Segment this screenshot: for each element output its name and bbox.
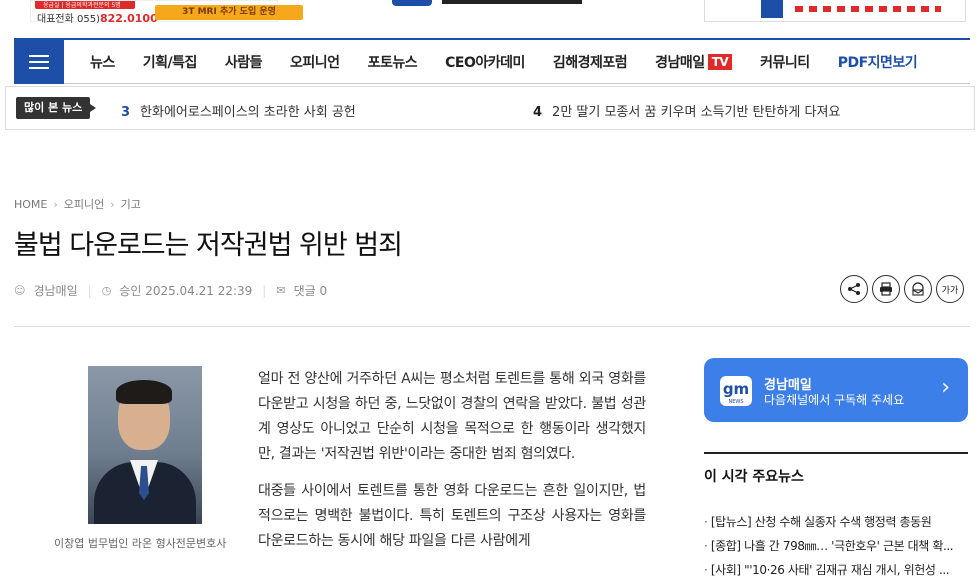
clock-icon: ◷ <box>101 284 112 297</box>
ticker-item[interactable]: 4 2만 딸기 모종서 꿈 키우며 소득기반 탄탄하게 다져요 <box>533 101 840 120</box>
ad-red-strip: 응급실 | 응급의학과전문의 5명 <box>35 1 135 9</box>
ad-phone: 대표전화 055)822.0100 <box>37 10 158 25</box>
nav-item-tv[interactable]: 경남매일 TV <box>641 52 746 72</box>
logo-wordmark <box>442 0 582 4</box>
most-read-ticker: 많이 본 뉴스 3 한화에어로스페이스의 초라한 사회 공헌 4 2만 딸기 모종서… <box>5 86 975 130</box>
nav-item-people[interactable]: 사람들 <box>211 52 276 72</box>
nav-item-pdf[interactable]: PDF지면보기 <box>824 52 931 72</box>
article-body: 얼마 전 양산에 거주하던 A씨는 평소처럼 토렌트를 통해 외국 영화를 다운… <box>258 367 646 566</box>
nav-item-ceo-academy[interactable]: CEO아카데미 <box>431 52 539 72</box>
list-item[interactable]: [종합] 나흘 간 798㎜… '극한호우' 근본 대책 확... <box>704 534 968 558</box>
breadcrumb-home[interactable]: HOME <box>14 198 47 211</box>
article-title: 불법 다운로드는 저작권법 위반 범죄 <box>14 230 403 261</box>
print-icon[interactable] <box>872 275 900 303</box>
article-author: 경남매일 <box>33 284 78 298</box>
breadcrumb-section[interactable]: 오피니언 <box>64 196 104 212</box>
nav-item-features[interactable]: 기획/특집 <box>129 52 211 72</box>
tv-badge: TV <box>707 54 733 70</box>
top-news-list: [탑뉴스] 산청 수해 실종자 수색 행정력 총동원 [종합] 나흘 간 798… <box>704 510 968 580</box>
article-meta: ☺ 경남매일 | ◷ 승인 2025.04.21 22:39 | ✉ 댓글 0 <box>14 282 327 299</box>
meta-divider: | <box>87 283 92 298</box>
right-ad-text <box>795 6 941 12</box>
list-item[interactable]: [탑뉴스] 산청 수해 실종자 수색 행정력 총동원 <box>704 510 968 534</box>
nav-menu: 뉴스 기획/특집 사람들 오피니언 포토뉴스 CEO아카데미 김해경제포럼 경남… <box>76 40 931 84</box>
header-divider <box>14 326 970 327</box>
most-read-label: 많이 본 뉴스 <box>16 97 97 119</box>
gm-news-logo: gm NEWS <box>720 376 752 406</box>
logo-text: gm <box>722 380 750 398</box>
article-tools: 가가 <box>840 275 964 303</box>
article-paragraph: 얼마 전 양산에 거주하던 A씨는 평소처럼 토렌트를 통해 외국 영화를 다운… <box>258 371 646 462</box>
main-nav: 뉴스 기획/특집 사람들 오피니언 포토뉴스 CEO아카데미 김해경제포럼 경남… <box>14 38 970 84</box>
right-ad-banner[interactable] <box>704 0 966 22</box>
ticker-item[interactable]: 3 한화에어로스페이스의 초라한 사회 공헌 <box>121 101 356 120</box>
nav-item-community[interactable]: 커뮤니티 <box>746 52 824 72</box>
top-banner-area: 응급실 | 응급의학과전문의 5명 대표전화 055)822.0100 3T M… <box>0 0 980 26</box>
comment-icon: ✉ <box>276 284 286 297</box>
section-rule <box>704 452 968 454</box>
photo-caption: 이창엽 법무법인 라온 형사전문변호사 <box>54 537 227 550</box>
daum-subscribe-banner[interactable]: gm NEWS 경남매일 다음채널에서 구독해 주세요 › <box>704 358 968 422</box>
user-icon: ☺ <box>14 284 26 297</box>
site-logo[interactable] <box>392 0 592 8</box>
nav-item-photo-news[interactable]: 포토뉴스 <box>354 52 432 72</box>
ticker-rank: 4 <box>533 105 543 120</box>
share-icon[interactable] <box>840 275 868 303</box>
ad-top-text: 응급실 | 응급의학과전문의 5명 <box>43 2 121 9</box>
article-approved: 승인 2025.04.21 22:39 <box>119 284 253 298</box>
list-item[interactable]: [사회] "'10·26 사태' 김재규 재심 개시, 위헌성 ... <box>704 558 968 580</box>
article-paragraph: 대중들 사이에서 토렌트를 통한 영화 다운로드는 흔한 일이지만, 법적으로는… <box>258 483 646 549</box>
ad-mri-badge: 3T MRI 추가 도입 운영 <box>155 5 303 20</box>
chevron-right-icon: › <box>53 197 58 211</box>
meta-divider: | <box>262 283 267 298</box>
logo-sub: NEWS <box>728 399 744 405</box>
author-photo <box>88 366 202 524</box>
ticker-headline: 2만 딸기 모종서 꿈 키우며 소득기반 탄탄하게 다져요 <box>552 105 841 120</box>
breadcrumb-sub[interactable]: 기고 <box>121 196 141 212</box>
ad-phone-prefix: 대표전화 055) <box>37 14 100 25</box>
nav-item-news[interactable]: 뉴스 <box>76 52 129 72</box>
breadcrumb: HOME › 오피니언 › 기고 <box>14 196 141 212</box>
email-icon[interactable] <box>904 275 932 303</box>
subscribe-desc: 다음채널에서 구독해 주세요 <box>764 393 905 407</box>
font-size-button[interactable]: 가가 <box>936 275 964 303</box>
menu-icon[interactable] <box>14 40 64 84</box>
logo-mark <box>392 0 432 6</box>
nav-item-gimhae-forum[interactable]: 김해경제포럼 <box>539 52 641 72</box>
chevron-right-icon: › <box>110 197 115 211</box>
ticker-rank: 3 <box>121 105 131 120</box>
nav-item-opinion[interactable]: 오피니언 <box>276 52 354 72</box>
article-comments[interactable]: 댓글 0 <box>294 282 328 299</box>
ticker-headline: 한화에어로스페이스의 초라한 사회 공헌 <box>140 105 356 120</box>
ad-phone-number: 822.0100 <box>99 12 158 25</box>
chevron-right-icon: › <box>941 375 950 400</box>
right-ad-icon <box>761 0 783 18</box>
hospital-ad-banner[interactable]: 응급실 | 응급의학과전문의 5명 대표전화 055)822.0100 3T M… <box>30 0 303 25</box>
tv-label: 경남매일 <box>655 55 705 71</box>
top-news-heading: 이 시각 주요뉴스 <box>704 469 804 485</box>
